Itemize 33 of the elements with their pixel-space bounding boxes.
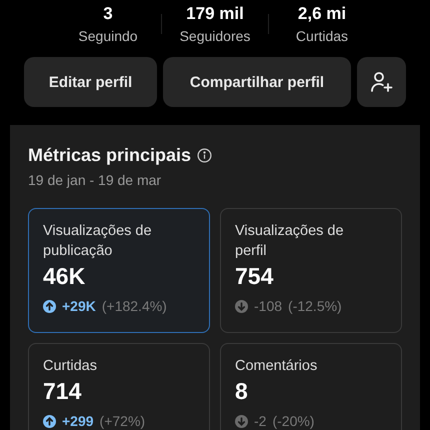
metric-change: +29K xyxy=(62,298,96,314)
add-friend-button[interactable] xyxy=(357,57,406,107)
metric-card[interactable]: Comentários 8 -2 (-20%) xyxy=(220,343,402,430)
metric-card[interactable]: Curtidas 714 +299 (+72%) xyxy=(28,343,210,430)
metric-percent: (-20%) xyxy=(272,413,314,429)
stat-value: 179 mil xyxy=(186,4,244,24)
metric-label: Visualizações de perfil xyxy=(235,222,345,261)
stat-label: Seguindo xyxy=(78,27,138,45)
share-profile-button[interactable]: Compartilhar perfil xyxy=(163,57,351,107)
edit-profile-button[interactable]: Editar perfil xyxy=(24,57,157,107)
metric-percent: (+182.4%) xyxy=(102,298,167,314)
info-icon[interactable] xyxy=(197,148,212,163)
metric-value: 8 xyxy=(235,378,249,405)
metric-card[interactable]: Visualizações de perfil 754 -108 (-12.5%) xyxy=(220,208,402,333)
metric-label: Comentários xyxy=(235,357,318,376)
metric-change: +299 xyxy=(62,413,94,429)
metric-percent: (+72%) xyxy=(100,413,146,429)
metric-percent: (-12.5%) xyxy=(288,298,342,314)
metric-change: -2 xyxy=(254,413,266,429)
metric-value: 754 xyxy=(235,263,274,290)
add-person-icon xyxy=(370,70,394,94)
stat-value: 3 xyxy=(103,4,113,24)
metric-value: 714 xyxy=(43,378,82,405)
stat-label: Curtidas xyxy=(296,27,348,45)
panel-title: Métricas principais xyxy=(28,145,192,166)
stat-label: Seguidores xyxy=(180,27,250,45)
metric-label: Curtidas xyxy=(43,357,98,376)
stat-value: 2,6 mi xyxy=(298,4,346,24)
metric-value: 46K xyxy=(43,263,86,290)
metric-label: Visualizações de publicação xyxy=(43,222,153,261)
date-range: 19 de jan - 19 de mar xyxy=(28,172,162,188)
metric-change: -108 xyxy=(254,298,282,314)
metric-card[interactable]: Visualizações de publicação 46K +29K (+182.4%) xyxy=(28,208,210,333)
